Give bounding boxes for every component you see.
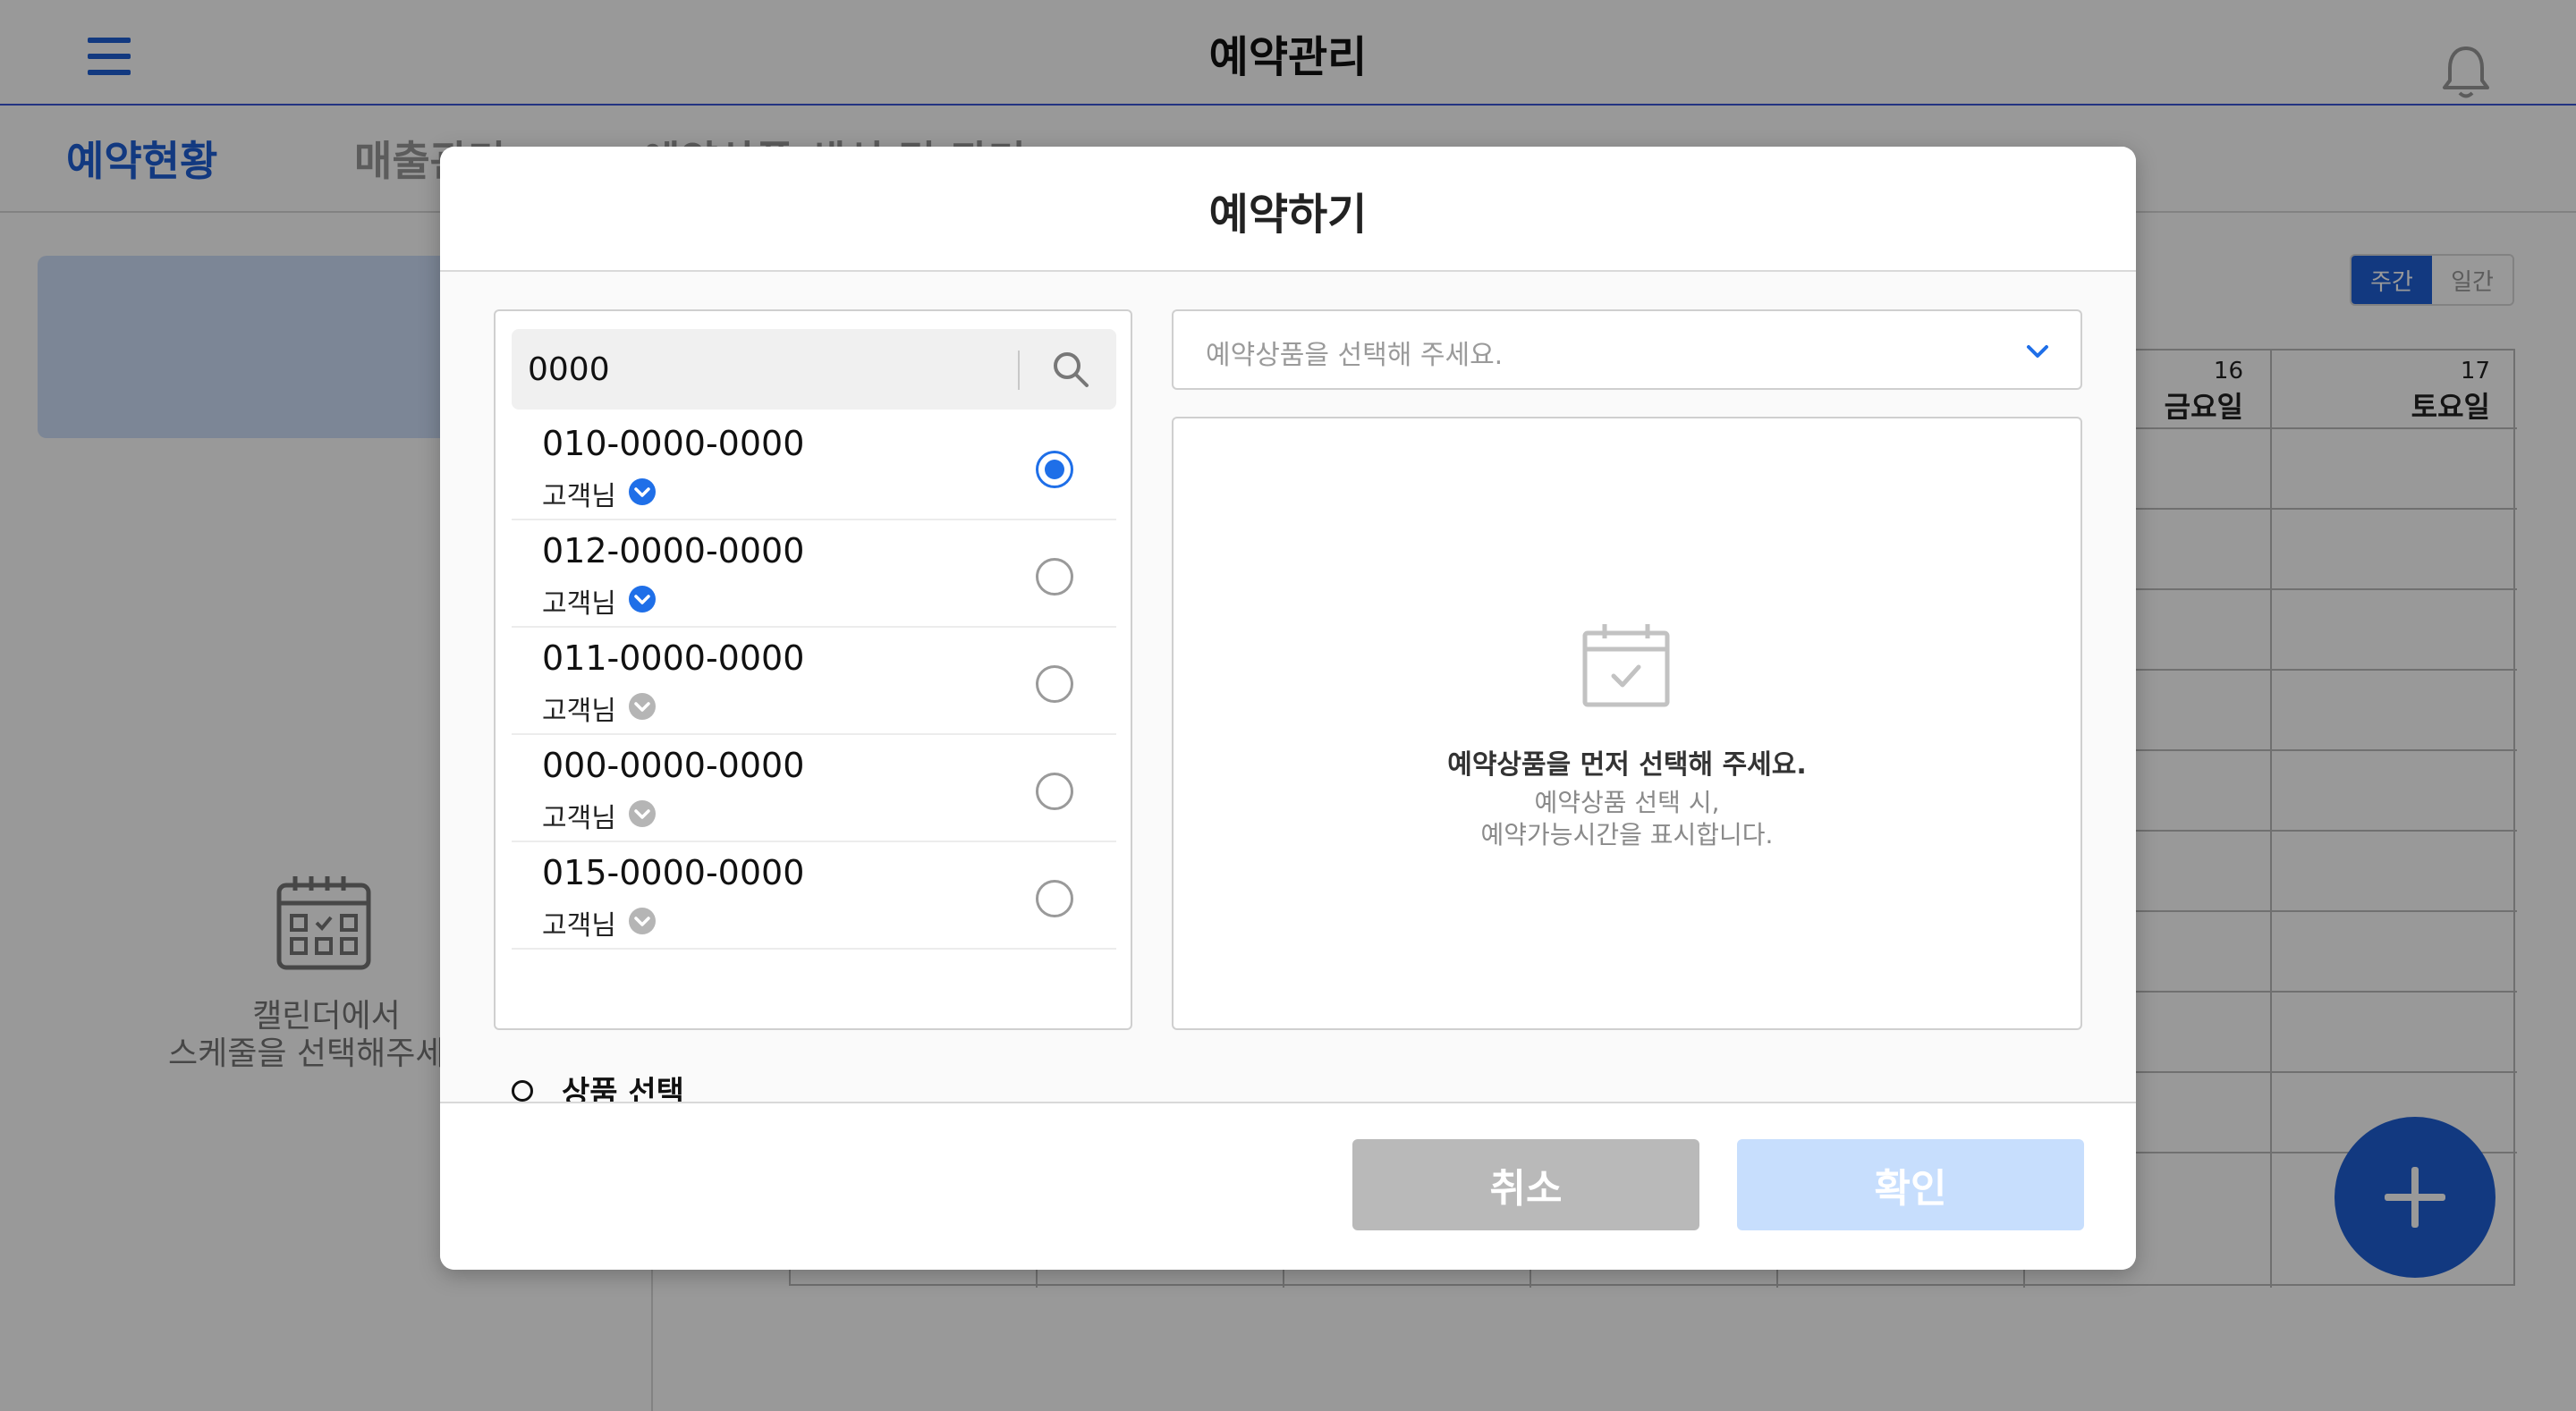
verified-check-icon (629, 478, 656, 505)
customer-radio[interactable] (1036, 773, 1073, 810)
customer-radio[interactable] (1036, 880, 1073, 917)
unverified-check-icon (629, 908, 656, 934)
customer-row[interactable]: 000-0000-0000 고객님 (512, 735, 1116, 842)
customer-row[interactable]: 012-0000-0000 고객님 (512, 520, 1116, 628)
calendar-check-icon (1582, 624, 1670, 707)
product-select-placeholder: 예약상품을 선택해 주세요. (1206, 340, 1504, 371)
customer-list: 010-0000-0000 고객님 012-0000-0000 고객님 011-… (512, 413, 1116, 950)
customer-label: 고객님 (542, 803, 616, 834)
modal-title: 예약하기 (1208, 190, 1368, 240)
modal-header: 예약하기 (440, 147, 2136, 272)
timeslot-empty-subtitle: 예약상품 선택 시, 예약가능시간을 표시합니다. (1480, 788, 1774, 849)
customer-phone: 015-0000-0000 (542, 853, 805, 892)
customer-search-input[interactable] (528, 340, 1011, 399)
section-bullet-icon (512, 1080, 533, 1102)
modal-footer: 취소 확인 (440, 1102, 2136, 1270)
customer-search-panel: 010-0000-0000 고객님 012-0000-0000 고객님 011-… (494, 309, 1132, 1030)
cancel-button[interactable]: 취소 (1352, 1139, 1699, 1230)
search-box (512, 329, 1116, 410)
customer-phone: 011-0000-0000 (542, 638, 805, 678)
customer-radio[interactable] (1036, 665, 1073, 703)
verified-check-icon (629, 586, 656, 613)
reservation-modal: 예약하기 010-0000-0000 고객님 012-0000-0000 고객님 (440, 147, 2136, 1270)
customer-row[interactable]: 011-0000-0000 고객님 (512, 628, 1116, 735)
timeslot-empty-title: 예약상품을 먼저 선택해 주세요. (1447, 749, 1807, 781)
customer-phone: 010-0000-0000 (542, 424, 805, 463)
customer-phone: 012-0000-0000 (542, 531, 805, 570)
unverified-check-icon (629, 800, 656, 827)
customer-label: 고객님 (542, 588, 616, 620)
search-icon[interactable] (1048, 347, 1093, 392)
customer-radio[interactable] (1036, 451, 1073, 488)
customer-row[interactable]: 010-0000-0000 고객님 (512, 413, 1116, 520)
customer-label: 고객님 (542, 696, 616, 727)
unverified-check-icon (629, 693, 656, 720)
chevron-down-icon (2027, 345, 2048, 358)
customer-label: 고객님 (542, 910, 616, 942)
customer-radio[interactable] (1036, 558, 1073, 596)
customer-phone: 000-0000-0000 (542, 746, 805, 785)
customer-row[interactable]: 015-0000-0000 고객님 (512, 842, 1116, 950)
confirm-button[interactable]: 확인 (1737, 1139, 2084, 1230)
customer-label: 고객님 (542, 481, 616, 512)
available-time-panel: 예약상품을 먼저 선택해 주세요. 예약상품 선택 시, 예약가능시간을 표시합… (1172, 417, 2082, 1030)
product-select-dropdown[interactable]: 예약상품을 선택해 주세요. (1172, 309, 2082, 390)
search-separator (1018, 351, 1020, 390)
